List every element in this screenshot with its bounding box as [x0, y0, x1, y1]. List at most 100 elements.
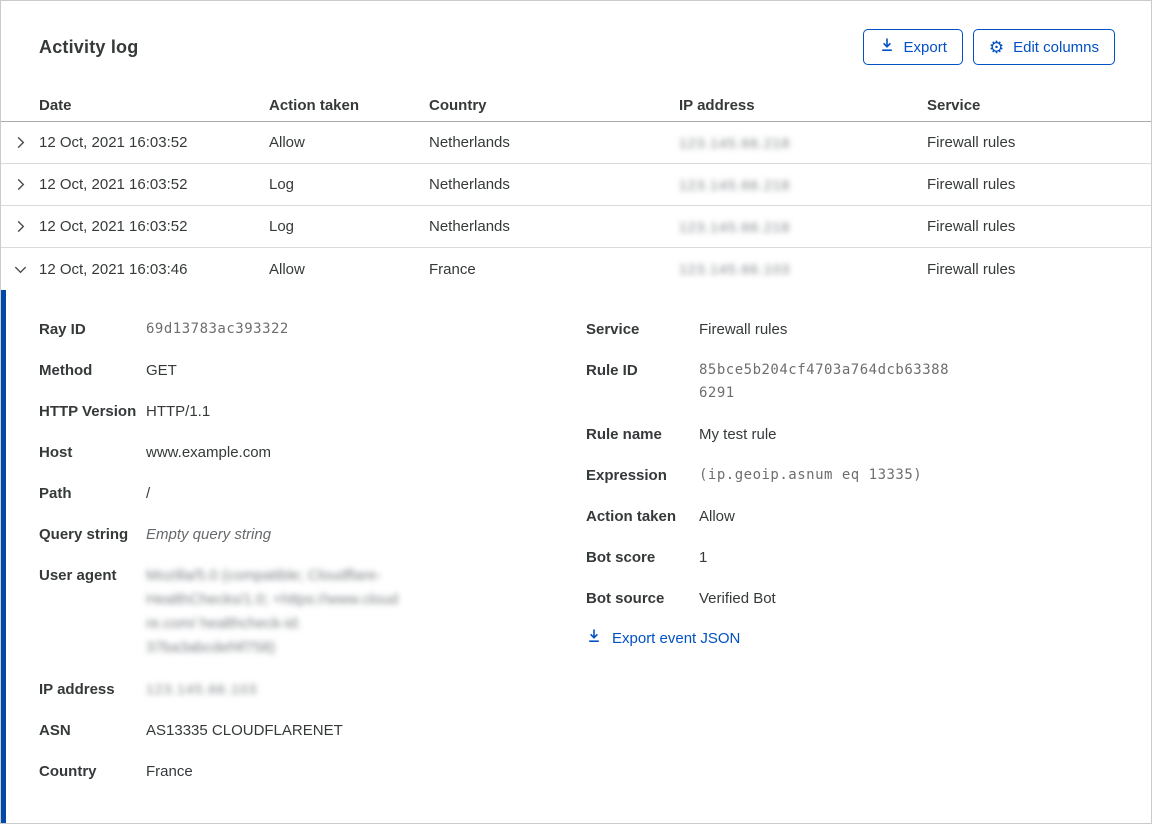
event-detail-panel: Ray ID 69d13783ac393322 Method GET HTTP …: [1, 290, 1151, 823]
chevron-right-icon[interactable]: [1, 177, 39, 192]
detail-label: IP address: [39, 678, 146, 701]
detail-value: GET: [146, 359, 177, 382]
gear-icon: ⚙: [989, 39, 1004, 56]
detail-value: /: [146, 482, 150, 505]
detail-row-query-string: Query string Empty query string: [39, 523, 586, 546]
detail-value: Allow: [699, 505, 735, 528]
detail-value: HTTP/1.1: [146, 400, 210, 423]
detail-row-method: Method GET: [39, 359, 586, 382]
export-button[interactable]: Export: [863, 29, 963, 65]
download-icon: [586, 628, 602, 648]
detail-value: France: [146, 760, 193, 783]
row-service: Firewall rules: [927, 218, 1151, 235]
detail-row-service: Service Firewall rules: [586, 318, 1151, 341]
chevron-down-icon[interactable]: [1, 262, 39, 277]
detail-label: Expression: [586, 464, 699, 487]
row-service: Firewall rules: [927, 176, 1151, 193]
column-header-ip: IP address: [679, 97, 927, 114]
detail-value-redacted: Mozilla/5.0 (compatible; Cloudflare- Hea…: [146, 564, 398, 660]
column-header-action: Action taken: [269, 97, 429, 114]
chevron-right-icon[interactable]: [1, 219, 39, 234]
detail-label: Bot score: [586, 546, 699, 569]
detail-row-ray-id: Ray ID 69d13783ac393322: [39, 318, 586, 341]
row-action: Log: [269, 176, 429, 193]
row-action: Allow: [269, 134, 429, 151]
edit-columns-button[interactable]: ⚙ Edit columns: [973, 29, 1115, 65]
row-service: Firewall rules: [927, 134, 1151, 151]
detail-value: www.example.com: [146, 441, 271, 464]
detail-label: Rule ID: [586, 359, 699, 405]
table-row[interactable]: 12 Oct, 2021 16:03:52 Allow Netherlands …: [1, 122, 1151, 164]
detail-value-redacted: 123.145.66.103: [146, 678, 257, 701]
detail-label: Path: [39, 482, 146, 505]
detail-row-bot-source: Bot source Verified Bot: [586, 587, 1151, 610]
detail-row-country: Country France: [39, 760, 586, 783]
detail-value: AS13335 CLOUDFLARENET: [146, 719, 343, 742]
detail-row-action-taken: Action taken Allow: [586, 505, 1151, 528]
detail-value: Empty query string: [146, 523, 271, 546]
row-ip-redacted: 123.145.66.218: [679, 135, 927, 151]
detail-label: Bot source: [586, 587, 699, 610]
detail-row-bot-score: Bot score 1: [586, 546, 1151, 569]
detail-row-asn: ASN AS13335 CLOUDFLARENET: [39, 719, 586, 742]
row-action: Allow: [269, 261, 429, 278]
row-country: Netherlands: [429, 218, 679, 235]
detail-right-column: Service Firewall rules Rule ID 85bce5b20…: [586, 318, 1151, 648]
table-row[interactable]: 12 Oct, 2021 16:03:52 Log Netherlands 12…: [1, 164, 1151, 206]
detail-label: Action taken: [586, 505, 699, 528]
detail-label: User agent: [39, 564, 146, 660]
detail-value: 69d13783ac393322: [146, 318, 289, 341]
redacted-line: Mozilla/5.0 (compatible; Cloudflare-: [146, 564, 398, 588]
detail-value: Verified Bot: [699, 587, 776, 610]
detail-value: My test rule: [699, 423, 777, 446]
detail-row-http-version: HTTP Version HTTP/1.1: [39, 400, 586, 423]
export-event-json-label: Export event JSON: [612, 630, 740, 647]
table-header-row: Date Action taken Country IP address Ser…: [1, 89, 1151, 122]
row-country: France: [429, 261, 679, 278]
row-service: Firewall rules: [927, 261, 1151, 278]
detail-row-ip-address: IP address 123.145.66.103: [39, 678, 586, 701]
row-date: 12 Oct, 2021 16:03:52: [39, 218, 269, 235]
export-event-json-link[interactable]: Export event JSON: [586, 628, 1151, 648]
detail-label: ASN: [39, 719, 146, 742]
detail-value: Firewall rules: [699, 318, 787, 341]
redacted-line: re.com/ healthcheck-id:: [146, 612, 398, 636]
page-title: Activity log: [39, 37, 138, 58]
detail-value: (ip.geoip.asnum eq 13335): [699, 464, 922, 487]
row-country: Netherlands: [429, 134, 679, 151]
detail-left-column: Ray ID 69d13783ac393322 Method GET HTTP …: [39, 318, 586, 801]
detail-row-user-agent: User agent Mozilla/5.0 (compatible; Clou…: [39, 564, 586, 660]
column-header-service: Service: [927, 97, 1151, 114]
row-ip-redacted: 123.145.66.218: [679, 219, 927, 235]
table-row-expanded[interactable]: 12 Oct, 2021 16:03:46 Allow France 123.1…: [1, 248, 1151, 290]
activity-log-header: Activity log Export ⚙ Edit columns: [1, 1, 1151, 89]
redacted-line: 37ba3abcdef4f758): [146, 636, 398, 660]
download-icon: [879, 37, 895, 57]
row-action: Log: [269, 218, 429, 235]
row-date: 12 Oct, 2021 16:03:52: [39, 134, 269, 151]
detail-label: Rule name: [586, 423, 699, 446]
table-row[interactable]: 12 Oct, 2021 16:03:52 Log Netherlands 12…: [1, 206, 1151, 248]
detail-label: Query string: [39, 523, 146, 546]
detail-label: Method: [39, 359, 146, 382]
row-country: Netherlands: [429, 176, 679, 193]
edit-columns-button-label: Edit columns: [1013, 39, 1099, 56]
row-date: 12 Oct, 2021 16:03:52: [39, 176, 269, 193]
redacted-line: HealthChecks/1.0; +https://www.cloudfla: [146, 588, 398, 612]
header-actions: Export ⚙ Edit columns: [863, 29, 1115, 65]
detail-row-path: Path /: [39, 482, 586, 505]
detail-label: Country: [39, 760, 146, 783]
detail-label: Service: [586, 318, 699, 341]
column-header-country: Country: [429, 97, 679, 114]
row-ip-redacted: 123.145.66.218: [679, 177, 927, 193]
column-header-date: Date: [39, 97, 269, 114]
detail-label: Ray ID: [39, 318, 146, 341]
detail-value: 85bce5b204cf4703a764dcb633886291: [699, 359, 955, 405]
chevron-right-icon[interactable]: [1, 135, 39, 150]
detail-row-expression: Expression (ip.geoip.asnum eq 13335): [586, 464, 1151, 487]
detail-row-rule-name: Rule name My test rule: [586, 423, 1151, 446]
detail-row-rule-id: Rule ID 85bce5b204cf4703a764dcb633886291: [586, 359, 1151, 405]
detail-label: HTTP Version: [39, 400, 146, 423]
row-ip-redacted: 123.145.66.103: [679, 261, 927, 277]
export-button-label: Export: [904, 39, 947, 56]
